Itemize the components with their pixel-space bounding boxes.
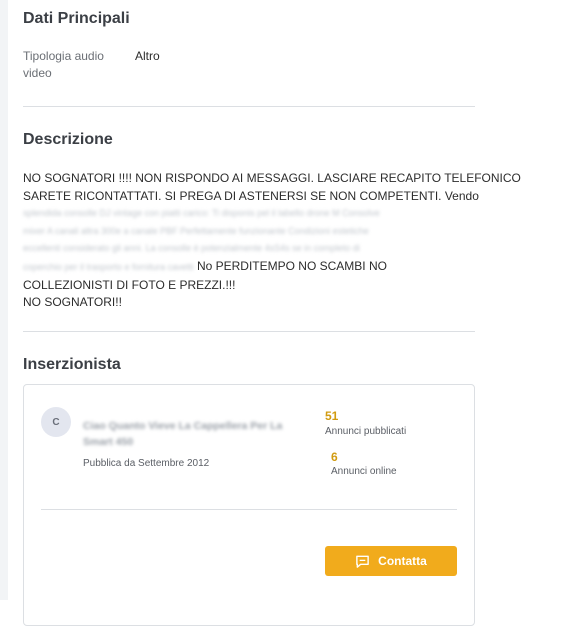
published-label: Annunci pubblicati (325, 426, 407, 437)
seller-since: Pubblica da Settembre 2012 (83, 458, 210, 469)
chat-bubble-icon (356, 555, 369, 568)
description-line: COLLEZIONISTI DI FOTO E PREZZI.!!! (23, 277, 236, 292)
online-count: 6 (331, 450, 338, 464)
contact-button[interactable]: Contatta (325, 546, 457, 576)
description-line-blurred: mixer A canali altra 300e a canale PBF P… (23, 225, 369, 236)
description-line: NO SOGNATORI !!!! NON RISPONDO AI MESSAG… (23, 171, 521, 185)
left-rail (0, 0, 8, 600)
divider (23, 331, 475, 332)
field-label-tipologia: Tipologia audio video (23, 49, 104, 80)
section-title-descrizione: Descrizione (23, 131, 113, 148)
description-line-blurred: splendida consolle DJ vintage con piatti… (23, 208, 380, 219)
field-value-tipologia: Altro (135, 49, 160, 63)
card-divider (41, 509, 457, 510)
description-blurred-fragment: coperchio per il trasporto e fornitura c… (23, 261, 194, 272)
section-title-inserzionista: Inserzionista (23, 356, 121, 373)
description-line: coperchio per il trasporto e fornitura c… (23, 258, 473, 277)
seller-name[interactable]: Ciao Quanto Vieve La Cappellera Per La S… (83, 418, 313, 450)
contact-button-label: Contatta (378, 554, 427, 568)
advertiser-card: C Ciao Quanto Vieve La Cappellera Per La… (23, 384, 475, 626)
description-text: NO SOGNATORI !!!! NON RISPONDO AI MESSAG… (23, 170, 521, 312)
published-count: 51 (325, 409, 339, 423)
avatar[interactable]: C (41, 407, 71, 437)
divider (23, 106, 475, 107)
description-line-end: No PERDITEMPO NO SCAMBI NO (196, 258, 387, 273)
section-title-dati-principali: Dati Principali (23, 10, 130, 27)
description-line: SARETE RICONTATTATI. SI PREGA DI ASTENER… (23, 188, 479, 203)
description-line: NO SOGNATORI!! (23, 295, 122, 310)
description-line-blurred: eccellenti considerato gli anni. La cons… (23, 243, 360, 254)
online-label: Annunci online (331, 466, 397, 477)
